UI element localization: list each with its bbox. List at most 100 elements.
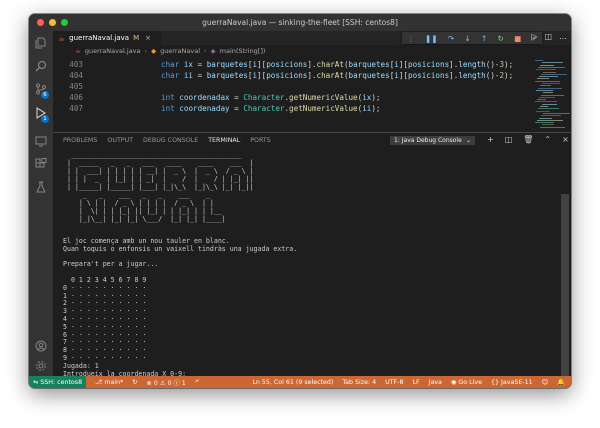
restart-icon[interactable]: ↻	[498, 34, 504, 43]
java-file-icon: ☕	[75, 46, 81, 55]
language-mode[interactable]: Java	[429, 379, 442, 386]
settings-gear-icon[interactable]	[34, 359, 48, 373]
tab-debug-console[interactable]: DEBUG CONSOLE	[143, 133, 198, 148]
minimap-line	[538, 66, 565, 68]
terminal-line: 3 · · · · · · · · · ·	[63, 307, 147, 316]
breadcrumb-file[interactable]: guerraNaval.java	[85, 47, 141, 55]
line-number: 404	[69, 71, 83, 80]
code-text: int coordenadax = Character.getNumericVa…	[161, 92, 381, 103]
branch-indicator[interactable]: ⎇ main*	[95, 379, 123, 386]
maximize-panel-icon[interactable]: ⌃	[544, 135, 551, 144]
close-window-button[interactable]	[37, 19, 44, 26]
code-token: ()-	[485, 60, 500, 69]
close-panel-icon[interactable]: ×	[562, 135, 569, 144]
minimap-line	[542, 124, 554, 126]
code-token: =	[229, 104, 244, 113]
minimap[interactable]	[531, 56, 570, 132]
terminal-line: 7 · · · · · · · · · ·	[63, 338, 147, 347]
split-editor-icon[interactable]: ◫	[544, 32, 552, 41]
code-text: char ii = barquetes[i][posicions].charAt…	[161, 70, 513, 81]
ascii-art-row: | \| | | |_| || |_| | | |_| | | |__	[63, 207, 222, 215]
minimap-line	[541, 115, 561, 117]
explorer-icon[interactable]	[34, 36, 48, 50]
terminal-line: 6 · · · · · · · · · ·	[63, 330, 147, 339]
problems-indicator[interactable]: ⊗ 0 ⚠ 0 ⓘ 1	[147, 378, 186, 387]
code-line[interactable]: 405	[53, 81, 533, 92]
minimap-line	[539, 96, 555, 98]
minimap-line	[542, 62, 563, 64]
minimap-line	[540, 126, 565, 128]
feedback-icon[interactable]: ☺	[542, 379, 549, 386]
search-icon[interactable]	[34, 59, 48, 73]
account-icon[interactable]	[34, 339, 48, 353]
terminal-scrollbar[interactable]	[561, 194, 569, 376]
remote-label: SSH: centos8	[40, 378, 83, 386]
debug-status-icon[interactable]: 🗲	[195, 378, 199, 386]
minimap-line	[540, 64, 554, 66]
breadcrumb-method[interactable]: main(String[])	[220, 47, 266, 55]
minimap-line	[535, 122, 554, 124]
tab-ports[interactable]: PORTS	[250, 133, 271, 148]
more-actions-icon[interactable]: …	[559, 32, 567, 41]
remote-indicator[interactable]: ⇋ SSH: centos8	[29, 376, 87, 388]
step-over-icon[interactable]: ↷	[448, 34, 454, 43]
cursor-position[interactable]: Ln 55, Col 61 (9 selected)	[252, 379, 333, 386]
terminal-line: 9 · · · · · · · · · ·	[63, 354, 147, 362]
minimap-line	[539, 117, 552, 119]
run-icon[interactable]: ▷	[531, 32, 537, 41]
breadcrumb-class[interactable]: guerraNaval	[160, 47, 200, 55]
ascii-art-row: | | ___| | | | | | __| | _ \ | _ \ / _ \…	[63, 167, 254, 175]
minimap-line	[543, 92, 553, 94]
tab-size[interactable]: Tab Size: 4	[342, 379, 376, 386]
encoding[interactable]: UTF-8	[385, 379, 403, 386]
code-line[interactable]: 407 int coordenaday = Character.getNumeri…	[53, 103, 533, 114]
step-into-icon[interactable]: ↓	[464, 34, 470, 43]
method-icon: ◈	[210, 46, 216, 55]
tab-problems[interactable]: PROBLEMS	[63, 133, 97, 148]
code-token: getNumericValue	[289, 104, 358, 113]
code-line[interactable]: 403 char ix = barquetes[i][posicions].cha…	[53, 59, 533, 70]
vscode-window: guerraNaval.java — sinking-the-fleet [SS…	[29, 14, 571, 388]
code-editor[interactable]: 403 char ix = barquetes[i][posicions].cha…	[53, 56, 571, 132]
code-token: ix	[362, 93, 372, 102]
drag-handle-icon[interactable]: ⋮	[407, 34, 415, 43]
pause-icon[interactable]: ❚❚	[425, 34, 438, 43]
tab-label: guerraNaval.java	[69, 34, 130, 42]
chevron-down-icon: ⌄	[465, 137, 471, 144]
remote-explorer-icon[interactable]	[34, 134, 48, 148]
tab-output[interactable]: OUTPUT	[107, 133, 133, 148]
extensions-icon[interactable]	[34, 157, 48, 171]
code-token: );	[504, 60, 514, 69]
terminal-output[interactable]: ________________________________________…	[53, 147, 561, 387]
code-token: =	[193, 60, 207, 69]
new-terminal-icon[interactable]: +	[487, 135, 494, 144]
minimap-line	[536, 110, 550, 112]
ascii-art-row: | | | _ | |_| | | _| | / | / | |_| ||	[63, 175, 254, 183]
tab-terminal[interactable]: TERMINAL	[208, 133, 241, 148]
trash-icon[interactable]: 🗑	[523, 135, 533, 144]
sync-icon[interactable]: ↻	[132, 379, 137, 386]
tab-guerranaval-java[interactable]: ☕ guerraNaval.java M ×	[53, 31, 161, 45]
terminal-select[interactable]: 1: Java Debug Console ⌄	[390, 136, 475, 145]
window-controls	[37, 19, 68, 26]
close-tab-icon[interactable]: ×	[145, 34, 151, 42]
stop-icon[interactable]: ■	[514, 34, 521, 43]
code-text: int coordenaday = Character.getNumericVa…	[161, 103, 381, 114]
split-terminal-icon[interactable]: ◫	[505, 135, 513, 144]
minimap-line	[537, 119, 563, 121]
chevron-right-icon: ›	[144, 46, 148, 55]
step-out-icon[interactable]: ↑	[481, 34, 487, 43]
notifications-icon[interactable]: 🔔	[557, 378, 565, 386]
minimize-window-button[interactable]	[49, 19, 56, 26]
testing-flask-icon[interactable]	[34, 180, 48, 194]
title-bar: guerraNaval.java — sinking-the-fleet [SS…	[29, 14, 571, 31]
jdk-label: JavaSE-11	[501, 378, 533, 386]
code-token: length	[458, 60, 486, 69]
go-live-button[interactable]: ◉ Go Live	[451, 379, 482, 386]
eol[interactable]: LF	[412, 379, 419, 386]
zoom-window-button[interactable]	[61, 19, 68, 26]
ascii-art-row: | \ | | / _ \ | | | | / _ \ | |	[63, 199, 214, 207]
code-line[interactable]: 406 int coordenadax = Character.getNumeri…	[53, 92, 533, 103]
jdk-indicator[interactable]: {} JavaSE-11	[491, 379, 533, 386]
code-line[interactable]: 404 char ii = barquetes[i][posicions].cha…	[53, 70, 533, 81]
